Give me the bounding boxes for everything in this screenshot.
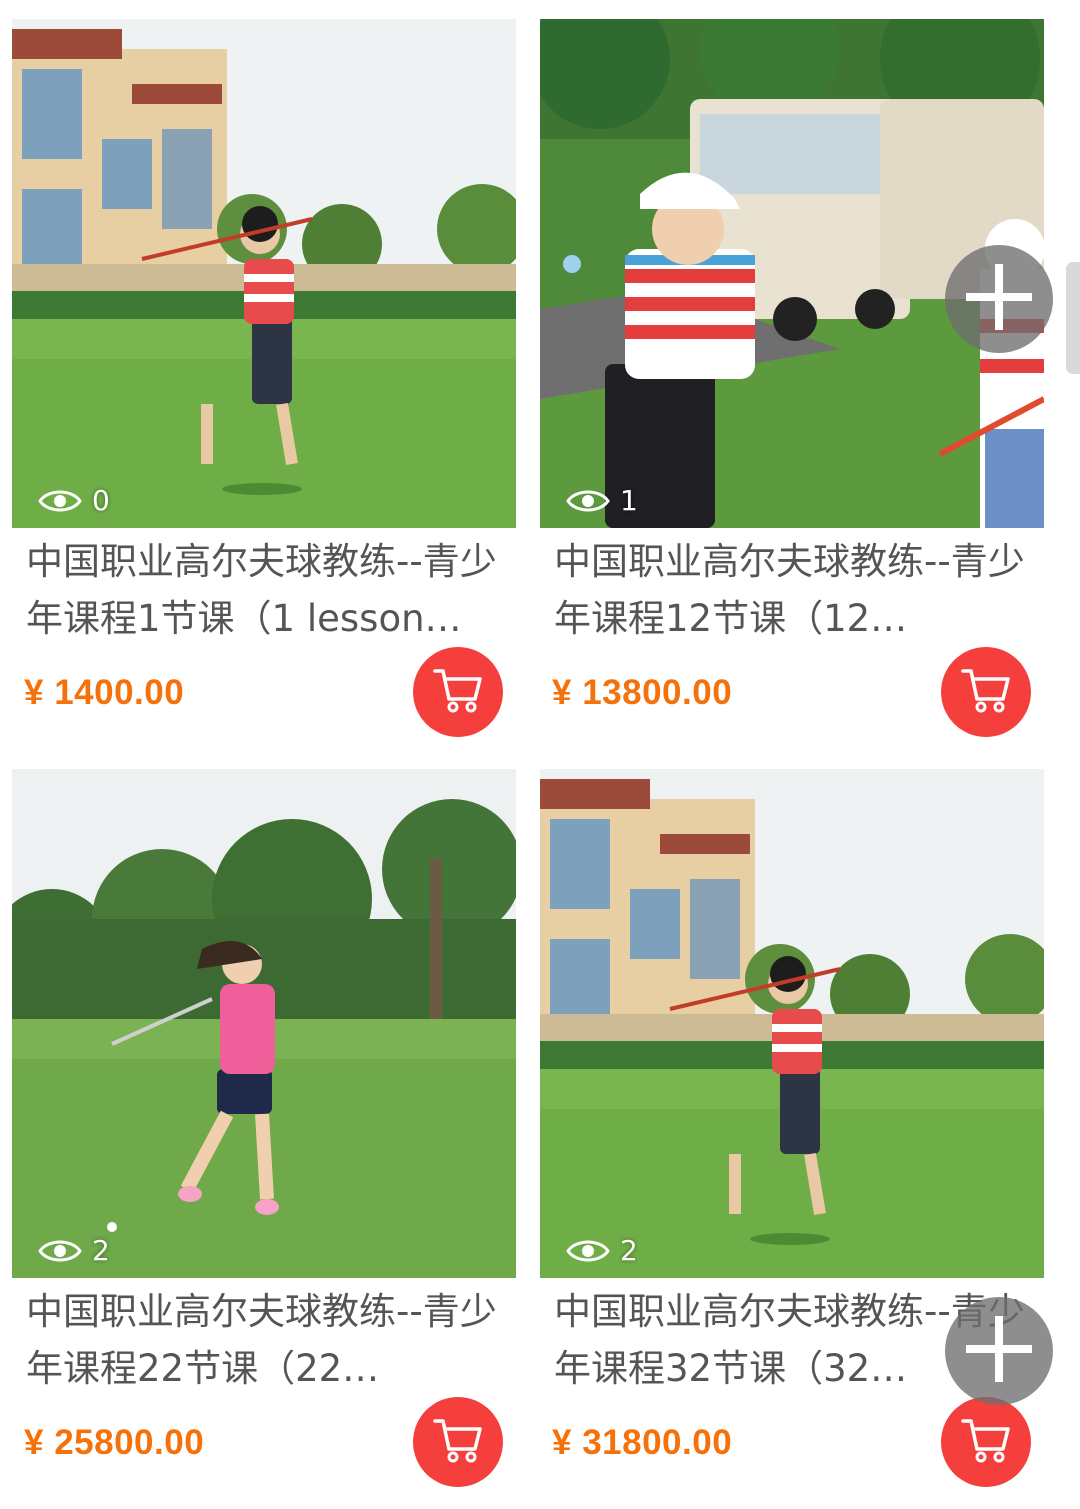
product-card[interactable]: 1 中国职业高尔夫球教练--青少年课程12节课（12… ¥ 13800.00	[540, 19, 1044, 759]
floating-add-button[interactable]	[945, 1297, 1053, 1405]
view-count-value: 0	[92, 484, 110, 517]
eye-icon	[38, 1237, 82, 1265]
product-image[interactable]	[540, 769, 1044, 1278]
view-count-value: 2	[92, 1234, 110, 1267]
add-to-cart-button[interactable]	[941, 1397, 1031, 1487]
view-count: 1	[566, 484, 638, 517]
product-title[interactable]: 中国职业高尔夫球教练--青少年课程22节课（22…	[26, 1283, 502, 1397]
add-to-cart-button[interactable]	[941, 647, 1031, 737]
eye-icon	[566, 1237, 610, 1265]
add-to-cart-button[interactable]	[413, 647, 503, 737]
view-count: 2	[566, 1234, 638, 1267]
add-to-cart-button[interactable]	[413, 1397, 503, 1487]
shopping-cart-icon	[960, 1416, 1012, 1468]
view-count: 0	[38, 484, 110, 517]
product-price: ¥ 31800.00	[552, 1423, 733, 1462]
product-title[interactable]: 中国职业高尔夫球教练--青少年课程12节课（12…	[554, 533, 1030, 647]
product-price: ¥ 1400.00	[24, 673, 185, 712]
view-count-value: 1	[620, 484, 638, 517]
eye-icon	[566, 487, 610, 515]
product-price: ¥ 13800.00	[552, 673, 733, 712]
product-title[interactable]: 中国职业高尔夫球教练--青少年课程1节课（1 lesson…	[26, 533, 502, 647]
product-grid-page: 0 中国职业高尔夫球教练--青少年课程1节课（1 lesson… ¥ 1400.…	[0, 0, 1080, 1509]
shopping-cart-icon	[960, 666, 1012, 718]
shopping-cart-icon	[432, 1416, 484, 1468]
floating-add-button[interactable]	[945, 245, 1053, 353]
product-card[interactable]: 0 中国职业高尔夫球教练--青少年课程1节课（1 lesson… ¥ 1400.…	[12, 19, 516, 759]
product-card[interactable]: 2 中国职业高尔夫球教练--青少年课程32节课（32… ¥ 31800.00	[540, 769, 1044, 1509]
plus-icon	[962, 1312, 1036, 1390]
product-price: ¥ 25800.00	[24, 1423, 205, 1462]
product-card[interactable]: 2 中国职业高尔夫球教练--青少年课程22节课（22… ¥ 25800.00	[12, 769, 516, 1509]
scrollbar-thumb[interactable]	[1066, 262, 1080, 374]
plus-icon	[962, 260, 1036, 338]
product-image[interactable]	[12, 19, 516, 528]
view-count: 2	[38, 1234, 110, 1267]
product-image[interactable]	[12, 769, 516, 1278]
eye-icon	[38, 487, 82, 515]
shopping-cart-icon	[432, 666, 484, 718]
view-count-value: 2	[620, 1234, 638, 1267]
